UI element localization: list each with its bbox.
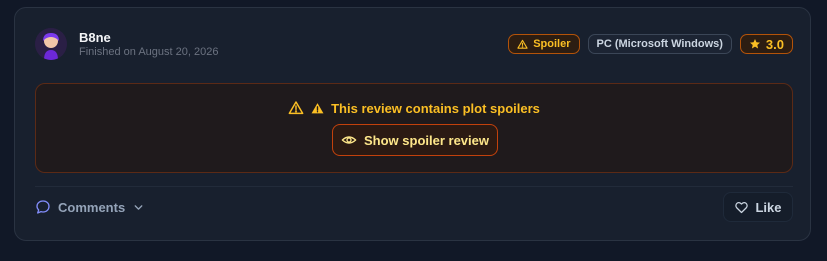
comments-toggle[interactable]: Comments xyxy=(35,199,145,215)
star-icon xyxy=(749,39,760,49)
username[interactable]: B8ne xyxy=(79,30,111,45)
spoiler-warning-box: This review contains plot spoilers Show … xyxy=(35,83,793,173)
warning-triangle-icon xyxy=(517,39,528,49)
show-spoiler-button[interactable]: Show spoiler review xyxy=(332,124,498,156)
rating-badge: 3.0 xyxy=(739,34,793,54)
review-badges: Spoiler PC (Microsoft Windows) 3.0 xyxy=(508,34,793,54)
spoiler-notice-text: This review contains plot spoilers xyxy=(331,100,540,116)
platform-badge-label: PC (Microsoft Windows) xyxy=(596,38,723,50)
speech-bubble-icon xyxy=(36,200,50,214)
review-card: B8ne Finished on August 20, 2026 Spoiler… xyxy=(14,7,811,241)
spoiler-notice: This review contains plot spoilers xyxy=(36,100,792,116)
eye-icon xyxy=(341,136,357,144)
warning-triangle-filled-icon xyxy=(311,102,324,113)
spoiler-badge-label: Spoiler xyxy=(533,38,571,50)
rating-value: 3.0 xyxy=(765,36,784,52)
like-label: Like xyxy=(755,199,782,215)
avatar[interactable] xyxy=(35,28,67,60)
show-spoiler-label: Show spoiler review xyxy=(364,132,489,148)
heart-icon xyxy=(735,201,749,213)
divider xyxy=(35,186,793,187)
platform-badge: PC (Microsoft Windows) xyxy=(587,34,732,54)
warning-triangle-icon xyxy=(288,101,304,115)
comments-label: Comments xyxy=(58,199,126,215)
chevron-down-icon xyxy=(134,204,143,210)
finished-date: Finished on August 20, 2026 xyxy=(79,46,219,58)
spoiler-badge: Spoiler xyxy=(508,34,580,54)
like-button[interactable]: Like xyxy=(723,192,793,222)
